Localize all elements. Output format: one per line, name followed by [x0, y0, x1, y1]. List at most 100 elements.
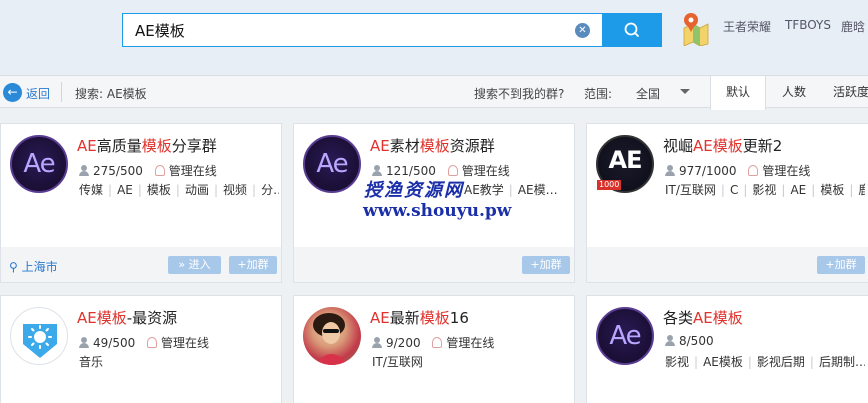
- tab-default[interactable]: 默认: [710, 76, 766, 110]
- admin-status: 管理在线: [168, 164, 217, 178]
- filter-bar: ← 返回 搜索: AE模板 搜索不到我的群? 范围: 全国 默认 人数 活跃度: [0, 75, 868, 110]
- group-tag[interactable]: AE教学: [464, 183, 504, 197]
- not-found-link[interactable]: 搜索不到我的群?: [474, 85, 564, 102]
- group-tag[interactable]: AE: [117, 183, 133, 197]
- hot-tag-link[interactable]: 王者荣耀: [723, 18, 771, 35]
- group-avatar[interactable]: Ae: [10, 135, 68, 193]
- group-tag[interactable]: 影视: [665, 355, 689, 369]
- title-part: 模板: [141, 137, 172, 155]
- group-tag[interactable]: 鹿晗: [858, 183, 865, 197]
- title-part: AE模板: [693, 309, 743, 327]
- admin-icon: [432, 337, 443, 348]
- back-link[interactable]: 返回: [26, 85, 50, 102]
- admin-status: 管理在线: [446, 336, 495, 350]
- tab-activity[interactable]: 活跃度: [826, 76, 868, 108]
- join-group-button[interactable]: +加群: [229, 256, 277, 274]
- members-icon: [665, 165, 675, 176]
- member-count: 9/200: [386, 336, 421, 350]
- tab-members[interactable]: 人数: [766, 76, 822, 108]
- search-query-label: 搜索: AE模板: [75, 87, 147, 101]
- title-part: -最资源: [126, 309, 178, 327]
- chevron-down-icon[interactable]: [680, 89, 690, 94]
- group-tag[interactable]: 视频: [223, 183, 247, 197]
- tag-separator: |: [720, 183, 725, 197]
- group-tag[interactable]: 影视: [752, 183, 776, 197]
- sun-icon: [23, 324, 57, 358]
- top-bar: ✕ 王者荣耀 TFBOYS 鹿晗: [0, 0, 868, 75]
- group-title[interactable]: AE高质量模板分享群: [77, 135, 217, 156]
- group-tags: IT/互联网: [372, 353, 572, 370]
- tag-separator: |: [849, 183, 854, 197]
- tag-separator: |: [743, 183, 748, 197]
- tag-separator: |: [175, 183, 180, 197]
- group-title[interactable]: 视崛AE模板更新2: [663, 135, 782, 156]
- group-card[interactable]: Ae AE高质量模板分享群 275/500 管理在线 传媒 | AE | 模板 | 动画 | 视…: [0, 123, 282, 283]
- hot-tag-link[interactable]: 鹿晗: [841, 18, 865, 35]
- admin-icon: [154, 165, 165, 176]
- group-tag[interactable]: 后期制…: [819, 355, 865, 369]
- title-part: 各类: [663, 309, 694, 327]
- group-title[interactable]: AE素材模板资源群: [370, 135, 495, 156]
- member-cap-badge: 1000: [597, 180, 622, 190]
- admin-status: 管理在线: [461, 164, 510, 178]
- group-tag[interactable]: 影视后期: [757, 355, 805, 369]
- clear-search-icon[interactable]: ✕: [575, 23, 590, 38]
- range-select[interactable]: 全国: [636, 85, 660, 102]
- title-part: AE: [77, 137, 97, 155]
- group-tag[interactable]: 分…: [261, 183, 279, 197]
- group-avatar[interactable]: Ae: [303, 135, 361, 193]
- group-title[interactable]: 各类AE模板: [663, 307, 743, 328]
- group-tag[interactable]: 音乐: [79, 355, 103, 369]
- enter-button[interactable]: » 进入: [168, 256, 221, 274]
- group-meta: 275/500 管理在线: [79, 162, 217, 179]
- tag-separator: |: [811, 183, 816, 197]
- join-group-button[interactable]: +加群: [817, 256, 865, 274]
- group-card[interactable]: Ae 各类AE模板 8/500 影视 | AE模板 | 影视后期 | 后期制…: [586, 295, 868, 403]
- group-tag[interactable]: 动画: [185, 183, 209, 197]
- group-tag[interactable]: C: [730, 183, 738, 197]
- group-tags: IT/互联网 | C | 影视 | AE | 模板 | 鹿晗: [665, 181, 865, 198]
- group-tag[interactable]: AE: [790, 183, 806, 197]
- search-button[interactable]: [602, 13, 662, 47]
- avatar-logo-text: Ae: [609, 321, 641, 351]
- group-tag[interactable]: 传媒: [79, 183, 103, 197]
- group-tag[interactable]: AE模板: [703, 355, 743, 369]
- group-avatar[interactable]: [10, 307, 68, 365]
- search-box[interactable]: ✕: [122, 13, 602, 47]
- join-group-button[interactable]: +加群: [522, 256, 570, 274]
- group-card[interactable]: AE模板-最资源 49/500 管理在线 音乐: [0, 295, 282, 403]
- group-title[interactable]: AE最新模板16: [370, 307, 469, 328]
- divider: [61, 82, 62, 102]
- hot-tag-link[interactable]: TFBOYS: [785, 18, 831, 32]
- title-part: 模板: [419, 137, 450, 155]
- title-part: 高质量: [96, 137, 142, 155]
- tag-separator: |: [781, 183, 786, 197]
- title-part: 最新: [389, 309, 420, 327]
- member-count: 8/500: [679, 334, 714, 348]
- watermark-url: www.shouyu.pw: [363, 201, 512, 221]
- group-tag[interactable]: IT/互联网: [372, 355, 423, 369]
- tag-separator: |: [137, 183, 142, 197]
- back-arrow-icon[interactable]: ←: [3, 83, 22, 102]
- tag-separator: |: [747, 355, 752, 369]
- group-tag[interactable]: IT/互联网: [665, 183, 716, 197]
- group-card[interactable]: AE最新模板16 9/200 管理在线 IT/互联网: [293, 295, 575, 403]
- group-tag[interactable]: AE模…: [518, 183, 558, 197]
- search-input[interactable]: [135, 20, 555, 40]
- title-part: 资源群: [449, 137, 495, 155]
- group-tag[interactable]: 模板: [147, 183, 171, 197]
- group-tags: 音乐: [79, 353, 279, 370]
- title-part: AE模板: [693, 137, 743, 155]
- members-icon: [665, 335, 675, 346]
- group-avatar[interactable]: [303, 307, 361, 365]
- group-card[interactable]: AE 1000 视崛AE模板更新2 977/1000 管理在线 IT/互联网 | C…: [586, 123, 868, 283]
- group-avatar[interactable]: Ae: [596, 307, 654, 365]
- group-title[interactable]: AE模板-最资源: [77, 307, 177, 328]
- group-meta: 977/1000 管理在线: [665, 162, 810, 179]
- map-location-icon[interactable]: [680, 10, 710, 46]
- group-tag[interactable]: 模板: [820, 183, 844, 197]
- members-icon: [372, 165, 382, 176]
- title-part: 视崛: [663, 137, 694, 155]
- member-count: 49/500: [93, 336, 136, 350]
- admin-icon: [147, 337, 158, 348]
